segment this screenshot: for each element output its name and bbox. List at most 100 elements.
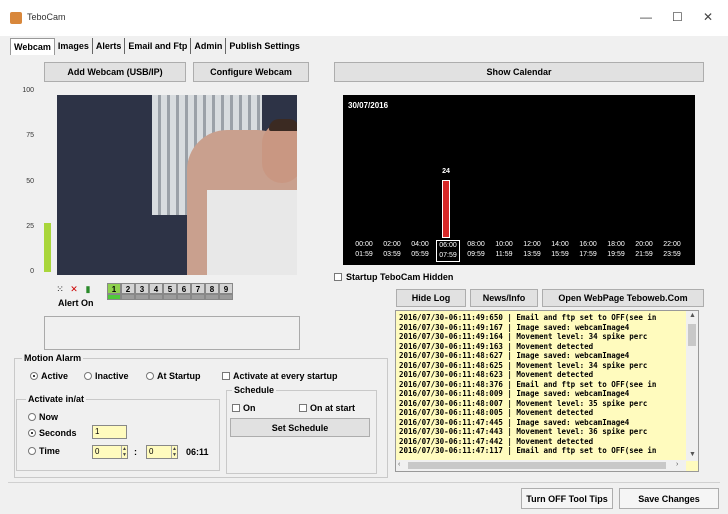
camera-8-button[interactable]: 8 bbox=[205, 283, 219, 294]
calendar-bar bbox=[442, 180, 450, 238]
open-webpage-button[interactable]: Open WebPage Teboweb.Com bbox=[542, 289, 704, 307]
scroll-left-icon[interactable]: ‹ bbox=[398, 461, 400, 468]
calendar-hour-start: 20:00 bbox=[635, 241, 653, 248]
log-entry: 2016/07/30-06:11:49:167 | Image saved: w… bbox=[399, 322, 630, 332]
alert-on-label: Alert On bbox=[58, 298, 94, 308]
show-calendar-button[interactable]: Show Calendar bbox=[334, 62, 704, 82]
configure-webcam-button[interactable]: Configure Webcam bbox=[193, 62, 309, 82]
calendar-hour-end: 23:59 bbox=[663, 251, 681, 258]
radio-active[interactable]: Active bbox=[30, 371, 68, 381]
spinner-arrows-icon[interactable]: ▲ ▼ bbox=[171, 446, 177, 458]
calendar-hour-start: 16:00 bbox=[579, 241, 597, 248]
calendar-hour-1[interactable]: 02:00 03:59 bbox=[380, 240, 404, 262]
calendar-hour-start: 10:00 bbox=[495, 241, 513, 248]
calendar-hour-6[interactable]: 12:00 13:59 bbox=[520, 240, 544, 262]
calendar-hour-4[interactable]: 08:00 09:59 bbox=[464, 240, 488, 262]
seconds-input[interactable]: 1 bbox=[92, 425, 127, 439]
news-info-button[interactable]: News/Info bbox=[470, 289, 538, 307]
camera-6-button[interactable]: 6 bbox=[177, 283, 191, 294]
tab-images[interactable]: Images bbox=[55, 38, 93, 54]
tab-admin[interactable]: Admin bbox=[191, 38, 227, 54]
spinner-arrows-icon[interactable]: ▲ ▼ bbox=[121, 446, 127, 458]
calendar-hour-2[interactable]: 04:00 05:59 bbox=[408, 240, 432, 262]
trafficlight-icon[interactable]: ▮ bbox=[82, 283, 94, 295]
maximize-button[interactable]: ☐ bbox=[672, 10, 683, 24]
hide-log-button[interactable]: Hide Log bbox=[396, 289, 466, 307]
activate-every-startup-checkbox[interactable]: Activate at every startup bbox=[222, 371, 338, 381]
log-entry: 2016/07/30-06:11:48:625 | Movement level… bbox=[399, 360, 648, 370]
hour-spinner[interactable]: 0 ▲ ▼ bbox=[92, 445, 128, 459]
window-title: TeboCam bbox=[27, 12, 66, 22]
tab-alerts[interactable]: Alerts bbox=[93, 38, 126, 54]
camera-selector: 1 2 3 4 5 6 7 8 9 bbox=[107, 283, 233, 300]
calendar-hour-10[interactable]: 20:00 21:59 bbox=[632, 240, 656, 262]
tab-bar: Webcam Images Alerts Email and Ftp Admin… bbox=[10, 38, 303, 55]
calendar-hour-end: 19:59 bbox=[607, 251, 625, 258]
log-vertical-scrollbar[interactable]: ▲ ▼ bbox=[686, 311, 698, 461]
event-log[interactable]: 2016/07/30-06:11:49:650 | Email and ftp … bbox=[395, 310, 699, 472]
camera-2-button[interactable]: 2 bbox=[121, 283, 135, 294]
bottom-divider bbox=[8, 482, 720, 483]
webcam-preview bbox=[57, 95, 297, 275]
calendar-hour-7[interactable]: 14:00 15:59 bbox=[548, 240, 572, 262]
calendar-hour-start: 02:00 bbox=[383, 241, 401, 248]
log-entry: 2016/07/30-06:11:47:443 | Movement level… bbox=[399, 427, 648, 436]
minute-spinner[interactable]: 0 ▲ ▼ bbox=[146, 445, 178, 459]
log-entry: 2016/07/30-06:11:48:005 | Movement detec… bbox=[399, 408, 594, 417]
camera-1-button[interactable]: 1 bbox=[107, 283, 121, 294]
level-tick-0: 0 bbox=[30, 268, 34, 275]
radio-at-startup[interactable]: At Startup bbox=[146, 371, 201, 381]
calendar-hour-start: 18:00 bbox=[607, 241, 625, 248]
scroll-down-icon[interactable]: ▼ bbox=[689, 451, 696, 458]
move-arrows-icon[interactable]: ⁙ bbox=[54, 283, 66, 295]
calendar-hour-3[interactable]: 06:00 07:59 bbox=[436, 240, 460, 262]
schedule-on-checkbox[interactable]: On bbox=[232, 403, 256, 413]
set-schedule-button[interactable]: Set Schedule bbox=[230, 418, 370, 437]
calendar-hour-start: 14:00 bbox=[551, 241, 569, 248]
log-horizontal-thumb[interactable] bbox=[408, 462, 666, 469]
calendar-hour-5[interactable]: 10:00 11:59 bbox=[492, 240, 516, 262]
schedule-on-at-start-checkbox[interactable]: On at start bbox=[299, 403, 355, 413]
calendar-hour-end: 21:59 bbox=[635, 251, 653, 258]
camera-4-button[interactable]: 4 bbox=[149, 283, 163, 294]
radio-seconds[interactable]: Seconds bbox=[28, 428, 77, 438]
calendar-hour-start: 08:00 bbox=[467, 241, 485, 248]
log-entry: 2016/07/30-06:11:49:164 | Movement level… bbox=[399, 332, 648, 341]
radio-now[interactable]: Now bbox=[28, 412, 58, 422]
calendar-hour-end: 11:59 bbox=[495, 251, 513, 258]
calendar-hour-8[interactable]: 16:00 17:59 bbox=[576, 240, 600, 262]
close-button[interactable]: ✕ bbox=[703, 10, 713, 24]
tab-email-ftp[interactable]: Email and Ftp bbox=[125, 38, 192, 54]
camera-9-button[interactable]: 9 bbox=[219, 283, 233, 294]
log-entry: 2016/07/30-06:11:48:627 | Image saved: w… bbox=[399, 351, 630, 360]
calendar-hour-end: 15:59 bbox=[551, 251, 569, 258]
current-time: 06:11 bbox=[186, 447, 209, 457]
camera-3-button[interactable]: 3 bbox=[135, 283, 149, 294]
log-entry: 2016/07/30-06:11:48:009 | Image saved: w… bbox=[399, 389, 630, 398]
level-tick-50: 50 bbox=[26, 178, 34, 185]
scroll-right-icon[interactable]: › bbox=[676, 461, 678, 468]
camera-5-button[interactable]: 5 bbox=[163, 283, 177, 294]
calendar-hour-0[interactable]: 00:00 01:59 bbox=[352, 240, 376, 262]
no-alarm-icon[interactable]: ✕ bbox=[68, 283, 80, 295]
turn-off-tooltips-button[interactable]: Turn OFF Tool Tips bbox=[521, 488, 613, 509]
radio-inactive[interactable]: Inactive bbox=[84, 371, 129, 381]
radio-time[interactable]: Time bbox=[28, 446, 60, 456]
calendar-hour-9[interactable]: 18:00 19:59 bbox=[604, 240, 628, 262]
startup-hidden-checkbox[interactable]: Startup TeboCam Hidden bbox=[334, 272, 453, 282]
log-horizontal-scrollbar[interactable]: ‹ › bbox=[396, 460, 686, 471]
log-entry: 2016/07/30-06:11:48:376 | Email and ftp … bbox=[399, 379, 657, 389]
minimize-button[interactable]: — bbox=[640, 10, 652, 24]
title-bar bbox=[0, 0, 728, 36]
scroll-up-icon[interactable]: ▲ bbox=[689, 312, 696, 319]
save-changes-button[interactable]: Save Changes bbox=[619, 488, 719, 509]
tab-webcam[interactable]: Webcam bbox=[10, 38, 55, 55]
camera-7-button[interactable]: 7 bbox=[191, 283, 205, 294]
calendar-hour-11[interactable]: 22:00 23:59 bbox=[660, 240, 684, 262]
calendar-hour-end: 17:59 bbox=[579, 251, 597, 258]
log-entry: 2016/07/30-06:11:48:007 | Movement level… bbox=[399, 398, 648, 408]
tab-publish-settings[interactable]: Publish Settings bbox=[226, 38, 303, 54]
calendar-hour-start: 04:00 bbox=[411, 241, 429, 248]
log-vertical-thumb[interactable] bbox=[688, 324, 696, 346]
add-webcam-button[interactable]: Add Webcam (USB/IP) bbox=[44, 62, 186, 82]
